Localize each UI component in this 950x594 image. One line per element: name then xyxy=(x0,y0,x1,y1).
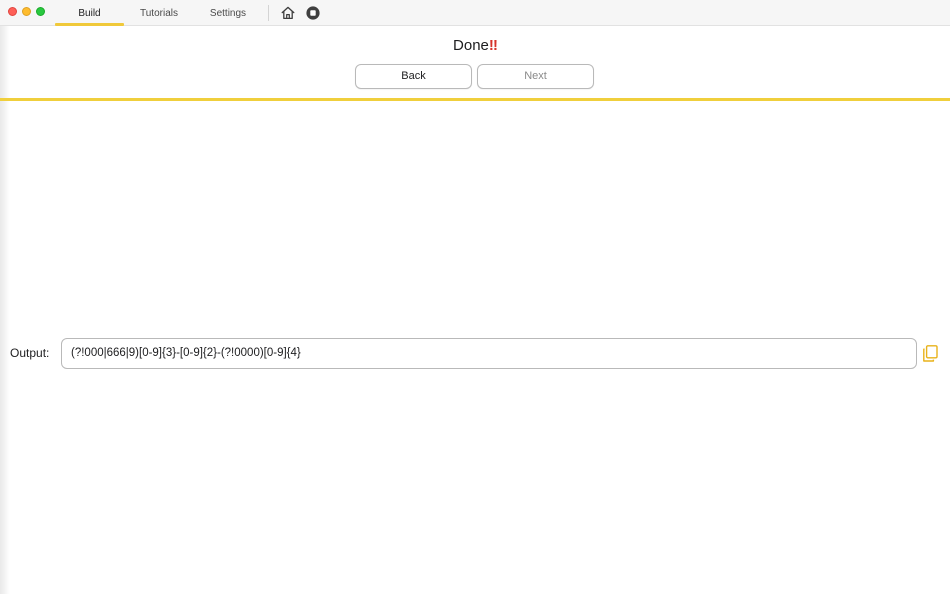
title-bar: Build Tutorials Settings xyxy=(0,0,950,26)
output-field[interactable]: (?!000|666|9)[0-9]{3}-[0-9]{2}-(?!0000)[… xyxy=(61,338,917,369)
stop-circle-icon[interactable] xyxy=(306,6,320,20)
output-label: Output: xyxy=(10,346,50,360)
tab-build-label: Build xyxy=(78,8,101,19)
tab-build[interactable]: Build xyxy=(55,0,124,26)
back-button[interactable]: Back xyxy=(355,64,472,89)
tab-tutorials-label: Tutorials xyxy=(140,8,178,19)
double-exclamation-icon: ‼ xyxy=(488,37,498,54)
tab-settings-label: Settings xyxy=(209,8,247,19)
left-edge-shadow xyxy=(0,26,10,594)
copy-icon[interactable] xyxy=(922,345,938,362)
app-window: Build Tutorials Settings Done‼ Back Next… xyxy=(0,0,950,594)
close-window-button[interactable] xyxy=(8,7,17,16)
zoom-window-button[interactable] xyxy=(36,7,45,16)
page-title: Done‼ xyxy=(0,36,950,56)
tab-settings[interactable]: Settings xyxy=(196,0,260,26)
progress-divider xyxy=(0,98,950,101)
next-button[interactable]: Next xyxy=(477,64,594,89)
tab-selected-underline xyxy=(55,23,124,26)
tab-tutorials[interactable]: Tutorials xyxy=(126,0,192,26)
toolbar-separator xyxy=(268,5,269,21)
minimize-window-button[interactable] xyxy=(22,7,31,16)
page-title-text: Done xyxy=(453,37,489,54)
house-icon[interactable] xyxy=(280,5,296,21)
